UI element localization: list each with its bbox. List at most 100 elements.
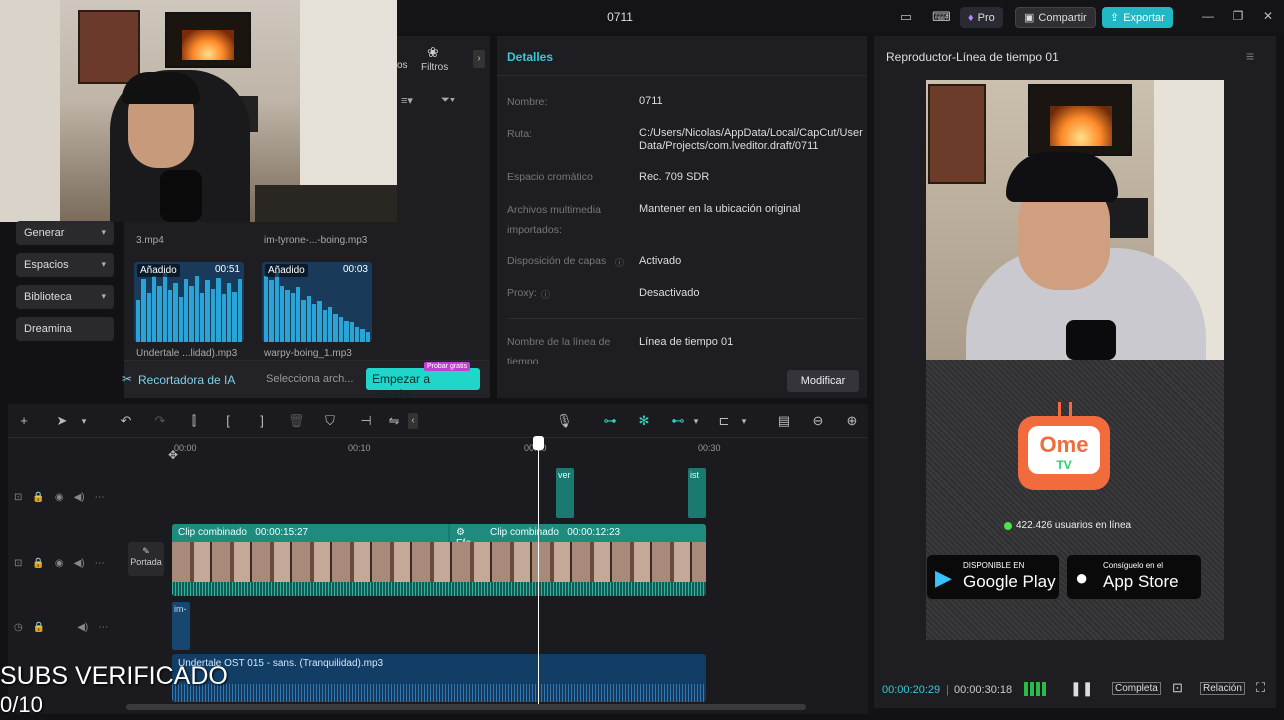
maximize-icon[interactable]: ❐ [1230,9,1246,25]
share-button[interactable]: ▣ Compartir [1015,7,1096,28]
keyboard-icon[interactable]: ⌨ [932,9,951,25]
chevron-down-icon: ▾ [101,227,106,237]
chevron-right-icon[interactable]: › [473,50,485,68]
time-ruler[interactable]: 00:00 00:10 00:20 00:30 [172,438,868,462]
total-time: 00:00:30:18 [954,684,1013,696]
playhead[interactable] [538,438,539,704]
menu-icon[interactable]: ≡ [1246,48,1254,64]
file-select[interactable]: Selecciona arch... [266,373,353,385]
snap-icon[interactable]: ⊷ [670,413,686,429]
current-time: 00:00:20:29 [882,684,941,696]
chevron-left-icon[interactable]: ‹ [408,413,418,429]
try-free-tag: Probar gratis [424,362,471,371]
info-icon[interactable]: ⓘ [615,256,624,269]
aspect-ratio-button[interactable]: Relación [1200,682,1245,695]
play-store-icon: ▶ [935,565,952,590]
details-panel: Detalles Nombre: 0711 Ruta: C:/Users/Nic… [497,36,867,398]
detail-label: Proxy: [507,287,537,299]
upload-icon: ⇪ [1110,12,1120,24]
add-icon[interactable]: + [16,413,32,429]
webcam-overlay [0,0,397,222]
timeline-scrollbar[interactable] [126,704,806,710]
lock-icon[interactable]: 🔒 [32,558,44,572]
media-thumbnail[interactable]: Añadido 00:03 [262,262,372,342]
delete-icon[interactable]: 🗑 [288,413,305,429]
tab-truncated[interactable]: os [397,60,408,71]
microphone-icon[interactable]: 🎙 [556,413,573,429]
filter-icon[interactable]: ⏷▾ [441,94,455,107]
zoom-in-icon[interactable]: ⊕ [844,413,860,429]
media-item-name[interactable]: warpy-boing_1.mp3 [264,348,352,359]
select-pointer-icon[interactable]: ➤ [54,413,70,429]
media-item-name[interactable]: im-tyrone-...-boing.mp3 [264,235,367,246]
chevron-down-icon[interactable]: ▾ [76,413,92,429]
nav-dreamina[interactable]: Dreamina [16,317,114,341]
sort-icon[interactable]: ≡▾ [401,94,413,107]
detail-value: Línea de tiempo 01 [639,336,734,348]
lock-icon[interactable]: 🔒 [32,492,44,506]
divider [507,318,863,319]
trim-right-icon[interactable]: ] [254,413,270,429]
full-view-button[interactable]: Completa [1112,682,1161,695]
modify-button[interactable]: Modificar [787,370,859,392]
zoom-out-icon[interactable]: ⊖ [810,413,826,429]
start-cut-button[interactable]: Empezar a recortar [366,368,480,400]
eye-icon[interactable]: ◉ [55,492,64,506]
streamer-hair [122,72,200,104]
export-button[interactable]: ⇪ Exportar [1102,7,1173,28]
volume-icon[interactable]: ◀) [74,492,85,506]
more-icon[interactable]: ⋯ [98,622,108,636]
chevron-down-icon[interactable]: ▾ [688,413,704,429]
volume-icon[interactable]: ◀) [74,558,85,572]
crop-icon[interactable]: ⊣ [358,413,374,429]
scissors-icon: ✂ [122,372,133,386]
split-icon[interactable]: ⫿ [186,413,202,429]
more-icon[interactable]: ⋯ [95,558,105,572]
overlay-clip[interactable]: ver [556,468,574,518]
media-item-name[interactable]: Undertale ...lidad).mp3 [136,348,237,359]
online-count: 422.426 usuarios en línea [1016,520,1132,531]
link-icon[interactable]: ⊶ [602,413,618,429]
pro-button[interactable]: ♦ Pro [960,7,1003,28]
filters-icon: ❀ [427,44,439,60]
screenshot-icon[interactable]: ⊡ [1172,680,1183,696]
pencil-icon: ✎ [142,546,150,556]
app-store-badge: ● Consíguelo en el App Store [1066,554,1202,600]
close-icon[interactable]: ✕ [1260,9,1276,25]
overlay-clip[interactable]: ist [688,468,706,518]
media-tabs: os ❀ Filtros › ≡▾ ⏷▾ [397,36,490,222]
info-icon[interactable]: ⓘ [541,288,550,301]
media-item-name[interactable]: 3.mp4 [136,235,164,246]
trim-left-icon[interactable]: [ [220,413,236,429]
lock-icon[interactable]: 🔒 [33,622,45,636]
magnet-icon[interactable]: ✻ [636,413,652,429]
layout-icon[interactable]: ▭ [898,9,914,25]
redo-icon[interactable]: ↷ [152,413,168,429]
fullscreen-icon[interactable]: ⛶ [1256,680,1265,696]
reverse-icon[interactable]: ⇋ [386,413,402,429]
chevron-down-icon[interactable]: ▾ [736,413,752,429]
microphone [1066,320,1116,360]
playhead-handle[interactable] [533,436,544,450]
cover-button[interactable]: ✎ Portada [128,542,164,576]
media-thumbnail[interactable]: Añadido 00:51 [134,262,244,342]
minimize-icon[interactable]: — [1200,9,1216,25]
main-track-clip[interactable]: Clip combinado 00:00:15:27 ⚙ Efe Clip co… [172,524,706,596]
nav-spaces[interactable]: Espacios ▾ [16,253,114,277]
shield-icon[interactable]: ⛉ [322,413,338,429]
video-preview-bottom: Ome TV 422.426 usuarios en línea ▶ DISPO… [926,360,1224,640]
tab-filters[interactable]: Filtros [421,62,448,73]
audio-clip[interactable]: Undertale OST 015 - sans. (Tranquilidad)… [172,654,706,702]
preview-axis-icon[interactable]: ⊏ [716,413,732,429]
chevron-down-icon: ▾ [101,259,106,269]
volume-icon[interactable]: ◀) [77,622,88,636]
eye-icon[interactable]: ◉ [55,558,64,572]
more-icon[interactable]: ⋯ [95,492,105,506]
nav-generate[interactable]: Generar ▾ [16,221,114,245]
nav-library[interactable]: Biblioteca ▾ [16,285,114,309]
pause-icon[interactable]: ❚❚ [1070,680,1093,697]
undo-icon[interactable]: ↶ [118,413,134,429]
move-cursor-icon: ✥ [168,448,179,462]
audio-clip-small[interactable]: im- [172,602,190,650]
caption-icon[interactable]: ▤ [776,413,792,429]
